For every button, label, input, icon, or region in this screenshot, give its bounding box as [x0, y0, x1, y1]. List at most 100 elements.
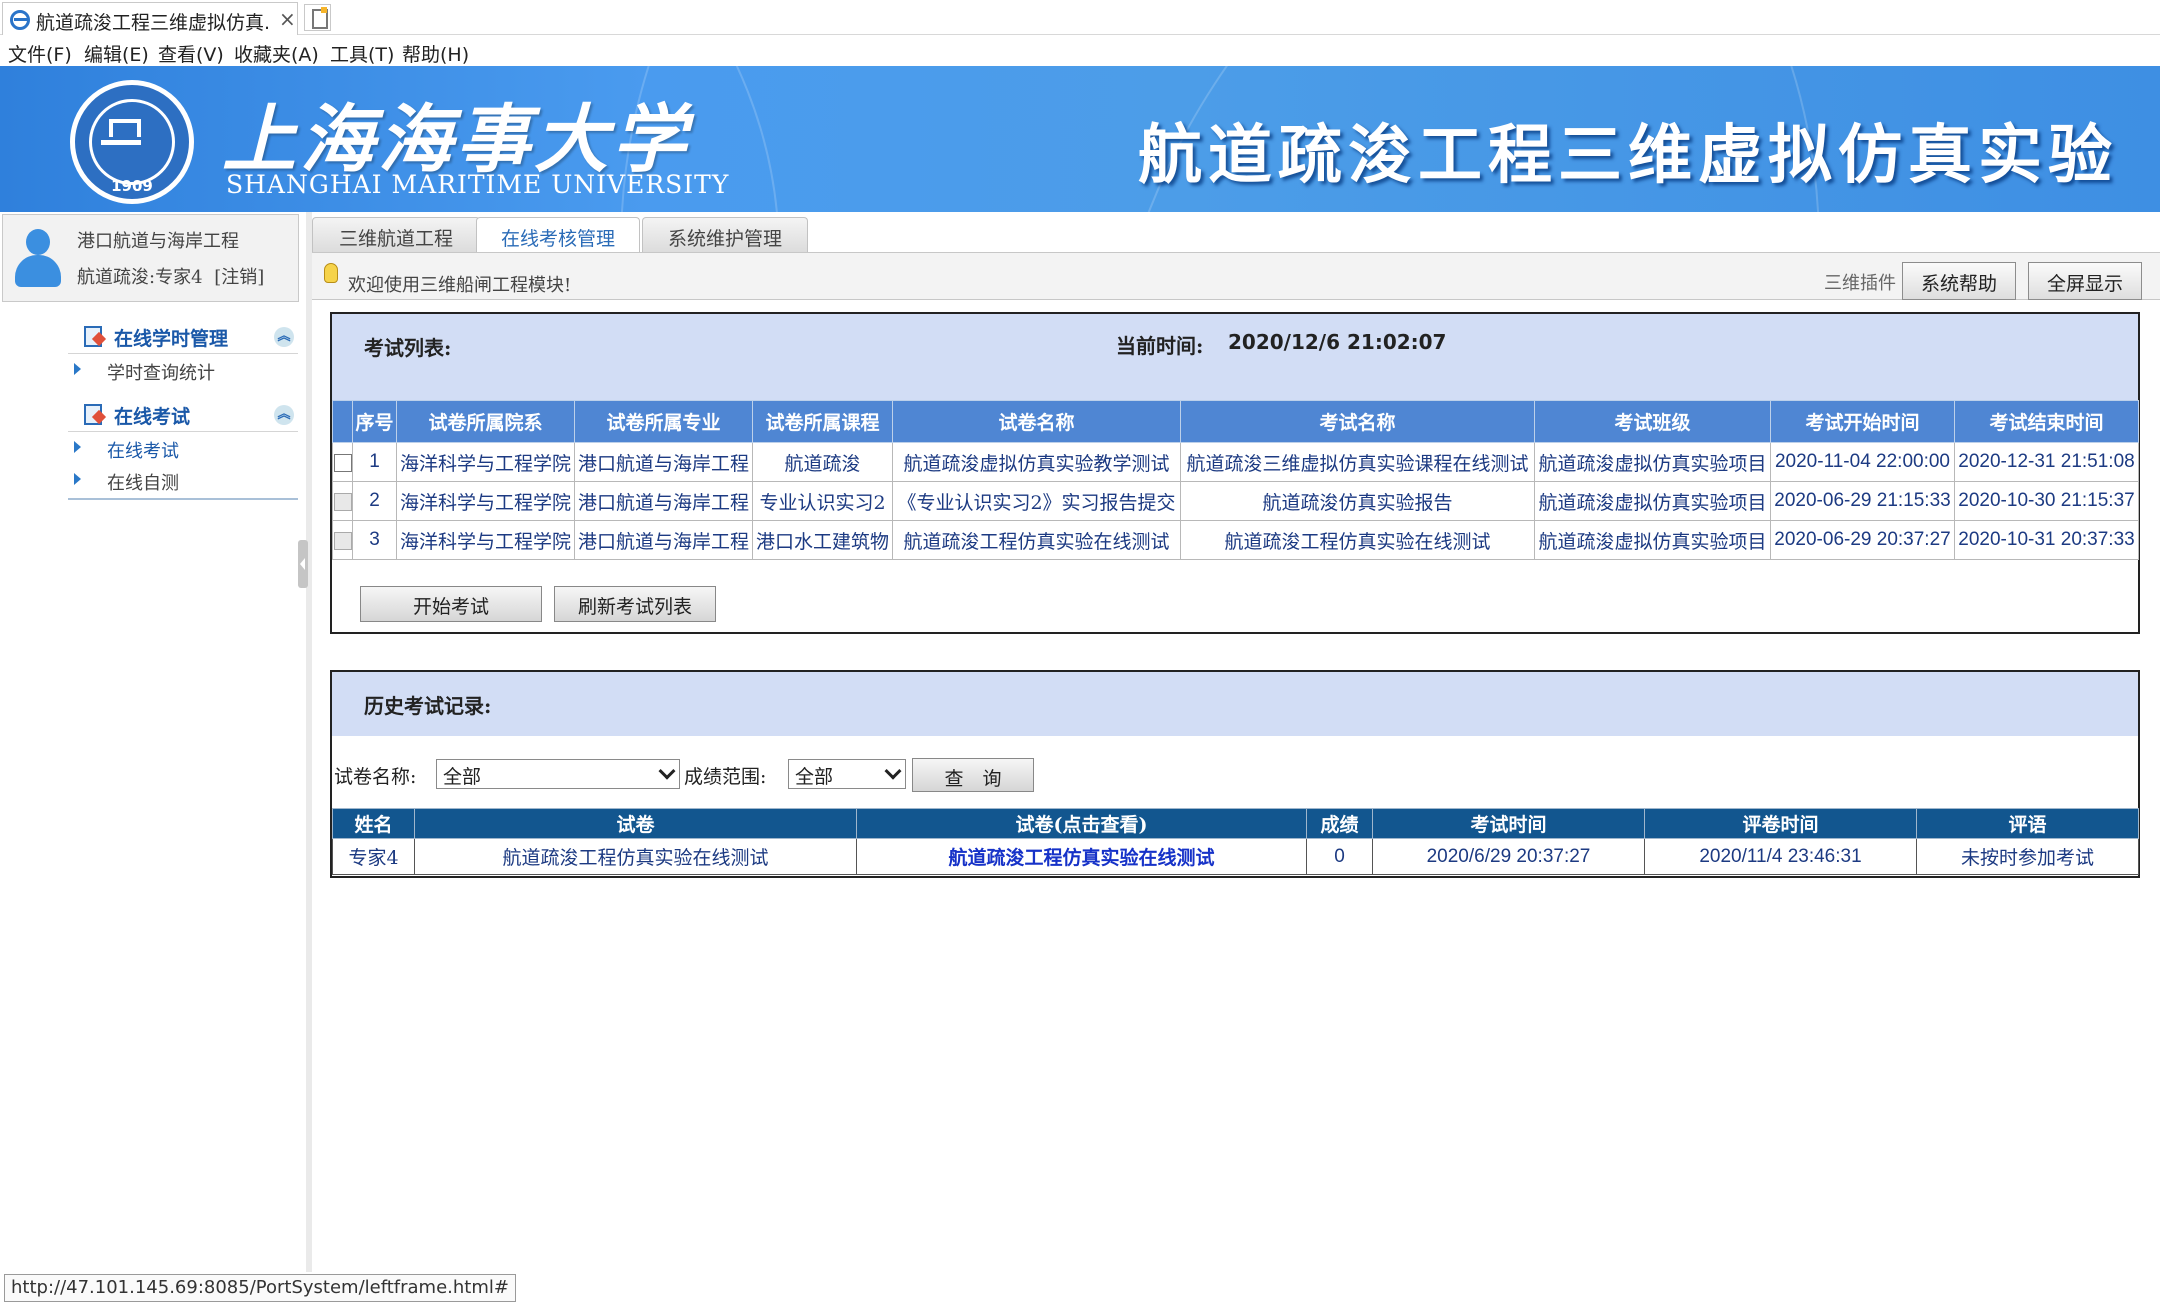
- user-account-name: 航道疏浚:专家4: [77, 267, 203, 288]
- university-seal-logo: 1909: [70, 80, 194, 204]
- sidebar-item-online-exam[interactable]: 在线考试: [68, 432, 298, 464]
- class-cell: 航道疏浚虚拟仿真实验项目: [1534, 520, 1771, 560]
- row-select-cell: [332, 520, 353, 560]
- refresh-exam-list-button[interactable]: 刷新考试列表: [554, 586, 716, 622]
- university-name-en: SHANGHAI MARITIME UNIVERSITY: [226, 170, 730, 199]
- nav-head-exam[interactable]: 在线考试 ︽: [68, 398, 298, 432]
- nav-head-hours[interactable]: 在线学时管理 ︽: [68, 320, 298, 354]
- fullscreen-button[interactable]: 全屏显示: [2028, 262, 2142, 300]
- exam-time-cell: 2020/6/29 20:37:27: [1372, 838, 1645, 875]
- column-header: 序号: [352, 400, 397, 443]
- paper-cell: 航道疏浚工程仿真实验在线测试: [892, 520, 1181, 560]
- column-header: 评语: [1916, 808, 2139, 839]
- major-cell: 港口航道与海岸工程: [574, 520, 753, 560]
- exam-history-panel: 历史考试记录: 试卷名称: 全部 成绩范围: 全部 查 询 姓名 试卷 试卷(点…: [330, 670, 2140, 878]
- nav-group-exam: 在线考试 ︽ 在线考试 在线自测: [68, 398, 298, 496]
- history-title: 历史考试记录:: [364, 694, 492, 718]
- collapse-sidebar-handle[interactable]: [298, 540, 308, 588]
- column-header: 试卷所属专业: [574, 400, 753, 443]
- row-checkbox[interactable]: [333, 454, 352, 472]
- logout-link[interactable]: [注销]: [214, 267, 264, 288]
- exam-list-panel: 考试列表: 当前时间: 2020/12/6 21:02:07 序号 试卷所属院系…: [330, 312, 2140, 634]
- collapse-icon[interactable]: ︽: [274, 405, 294, 425]
- sidebar-item-hours-query[interactable]: 学时查询统计: [68, 354, 298, 386]
- document-icon: [84, 404, 102, 425]
- column-header: 姓名: [332, 808, 415, 839]
- start-time-cell: 2020-06-29 21:15:33: [1770, 481, 1955, 521]
- current-time-label: 当前时间:: [1116, 334, 1204, 358]
- column-header: 试卷: [414, 808, 857, 839]
- table-row: 2 海洋科学与工程学院 港口航道与海岸工程 专业认识实习2 《专业认识实习2》实…: [332, 481, 2139, 521]
- browser-tab-bar: 航道疏浚工程三维虚拟仿真... ×: [0, 0, 2160, 35]
- menu-favorites[interactable]: 收藏夹(A): [234, 40, 319, 67]
- system-help-button[interactable]: 系统帮助: [1902, 262, 2016, 300]
- major-cell: 港口航道与海岸工程: [574, 481, 753, 521]
- class-cell: 航道疏浚虚拟仿真实验项目: [1534, 442, 1771, 482]
- grade-time-cell: 2020/11/4 23:46:31: [1644, 838, 1917, 875]
- row-checkbox-disabled: [333, 532, 352, 550]
- exam-list-title: 考试列表:: [364, 336, 452, 360]
- status-bar-url: http://47.101.145.69:8085/PortSystem/lef…: [4, 1274, 516, 1302]
- sidebar-item-label: 学时查询统计: [107, 363, 215, 384]
- browser-tab[interactable]: 航道疏浚工程三维虚拟仿真... ×: [2, 2, 298, 35]
- score-filter-label: 成绩范围:: [684, 766, 767, 788]
- tab-online-assessment[interactable]: 在线考核管理: [476, 217, 640, 253]
- user-department: 港口航道与海岸工程: [77, 231, 239, 252]
- close-icon[interactable]: ×: [279, 7, 296, 31]
- arrow-right-icon: [74, 441, 81, 453]
- menu-edit[interactable]: 编辑(E): [84, 40, 149, 67]
- end-time-cell: 2020-10-30 21:15:37: [1954, 481, 2139, 521]
- header-banner: 1909 上海海事大学 SHANGHAI MARITIME UNIVERSITY…: [0, 66, 2160, 212]
- row-select-cell: [332, 481, 353, 521]
- exam-name-cell: 航道疏浚三维虚拟仿真实验课程在线测试: [1180, 442, 1535, 482]
- table-row: 3 海洋科学与工程学院 港口航道与海岸工程 港口水工建筑物 航道疏浚工程仿真实验…: [332, 520, 2139, 560]
- paper-view-link[interactable]: 航道疏浚工程仿真实验在线测试: [856, 838, 1307, 875]
- query-button[interactable]: 查 询: [912, 758, 1034, 792]
- paper-cell: 航道疏浚工程仿真实验在线测试: [414, 838, 857, 875]
- divider: [68, 498, 298, 500]
- user-info-box: 港口航道与海岸工程 航道疏浚:专家4 [注销]: [2, 214, 299, 302]
- paper-link[interactable]: 航道疏浚工程仿真实验在线测试: [948, 847, 1214, 869]
- frame-splitter[interactable]: [306, 212, 312, 1272]
- sidebar-item-self-test[interactable]: 在线自测: [68, 464, 298, 496]
- checkbox-header: [332, 400, 353, 443]
- menu-help[interactable]: 帮助(H): [402, 40, 469, 67]
- sidebar-item-label: 在线自测: [107, 473, 179, 494]
- menu-view[interactable]: 查看(V): [158, 40, 224, 67]
- column-header: 成绩: [1306, 808, 1373, 839]
- browser-tab-title: 航道疏浚工程三维虚拟仿真...: [36, 12, 268, 34]
- paper-filter-label: 试卷名称:: [334, 766, 417, 788]
- college-cell: 海洋科学与工程学院: [396, 520, 575, 560]
- column-header: 考试开始时间: [1770, 400, 1955, 443]
- exam-table-header: 序号 试卷所属院系 试卷所属专业 试卷所属课程 试卷名称 考试名称 考试班级 考…: [332, 400, 2139, 443]
- system-title: 航道疏浚工程三维虚拟仿真实验: [1138, 118, 2118, 193]
- paper-cell: 《专业认识实习2》实习报告提交: [892, 481, 1181, 521]
- start-exam-button[interactable]: 开始考试: [360, 586, 542, 622]
- sidebar-item-label: 在线考试: [107, 441, 179, 462]
- column-header: 试卷所属课程: [752, 400, 893, 443]
- menu-tools[interactable]: 工具(T): [330, 40, 394, 67]
- column-header: 考试结束时间: [1954, 400, 2139, 443]
- menu-file[interactable]: 文件(F): [8, 40, 72, 67]
- exam-list-header: 考试列表: 当前时间: 2020/12/6 21:02:07: [332, 314, 2138, 400]
- row-select-cell[interactable]: [332, 442, 353, 482]
- exam-table: 序号 试卷所属院系 试卷所属专业 试卷所属课程 试卷名称 考试名称 考试班级 考…: [332, 400, 2139, 560]
- class-cell: 航道疏浚虚拟仿真实验项目: [1534, 481, 1771, 521]
- menu-bar: 文件(F) 编辑(E) 查看(V) 收藏夹(A) 工具(T) 帮助(H): [0, 36, 2160, 66]
- exam-name-cell: 航道疏浚工程仿真实验在线测试: [1180, 520, 1535, 560]
- column-header: 评卷时间: [1644, 808, 1917, 839]
- column-header: 试卷(点击查看): [856, 808, 1307, 839]
- history-table: 姓名 试卷 试卷(点击查看) 成绩 考试时间 评卷时间 评语 专家4 航道疏浚工…: [332, 808, 2139, 875]
- paper-filter-select[interactable]: 全部: [436, 759, 680, 789]
- arrow-right-icon: [74, 473, 81, 485]
- start-time-cell: 2020-11-04 22:00:00: [1770, 442, 1955, 482]
- new-tab-icon[interactable]: [304, 4, 331, 31]
- name-cell: 专家4: [332, 838, 415, 875]
- tab-system-maintenance[interactable]: 系统维护管理: [642, 217, 808, 252]
- tab-3d-channel[interactable]: 三维航道工程: [312, 217, 480, 252]
- history-table-header: 姓名 试卷 试卷(点击查看) 成绩 考试时间 评卷时间 评语: [332, 808, 2139, 839]
- column-header: 考试名称: [1180, 400, 1535, 443]
- main-tabs: 三维航道工程 在线考核管理 系统维护管理: [312, 212, 2160, 253]
- collapse-icon[interactable]: ︽: [274, 327, 294, 347]
- score-filter-select[interactable]: 全部: [788, 759, 906, 789]
